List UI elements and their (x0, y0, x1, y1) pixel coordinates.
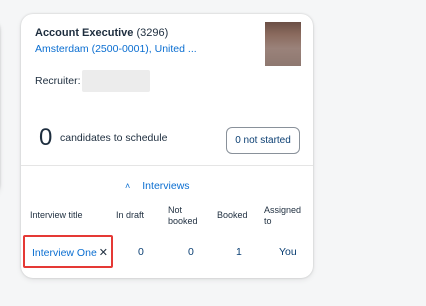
candidates-to-schedule-label: candidates to schedule (60, 132, 168, 144)
assigned-to-cell[interactable]: You (279, 246, 297, 258)
col-header-not-booked: Not booked (168, 205, 198, 226)
col-header-interview-title: Interview title (30, 210, 83, 220)
candidates-count: 0 (39, 124, 53, 151)
job-title: Account Executive (35, 27, 134, 39)
section-divider (21, 165, 313, 166)
interviews-toggle[interactable]: ˄ Interviews (125, 180, 190, 192)
job-card: Account Executive (3296) Amsterdam (2500… (21, 14, 313, 278)
recruiter-label: Recruiter: (35, 75, 81, 87)
in-draft-cell[interactable]: 0 (138, 246, 144, 258)
col-header-booked: Booked (217, 210, 248, 220)
job-title-line[interactable]: Account Executive (3296) (35, 27, 168, 39)
highlight-box (23, 235, 113, 268)
interviews-toggle-label: Interviews (142, 180, 190, 192)
booked-cell[interactable]: 1 (236, 246, 242, 258)
recruiter-avatar (265, 22, 301, 66)
recruiter-name-redacted (82, 70, 150, 92)
job-location[interactable]: Amsterdam (2500-0001), United ... (35, 43, 197, 55)
job-req-id: (3296) (136, 27, 169, 39)
col-header-in-draft: In draft (116, 210, 145, 220)
not-started-button[interactable]: 0 not started (226, 127, 300, 154)
chevron-up-icon: ˄ (125, 181, 131, 191)
not-booked-cell[interactable]: 0 (188, 246, 194, 258)
col-header-assigned-to: Assigned to (264, 205, 302, 226)
